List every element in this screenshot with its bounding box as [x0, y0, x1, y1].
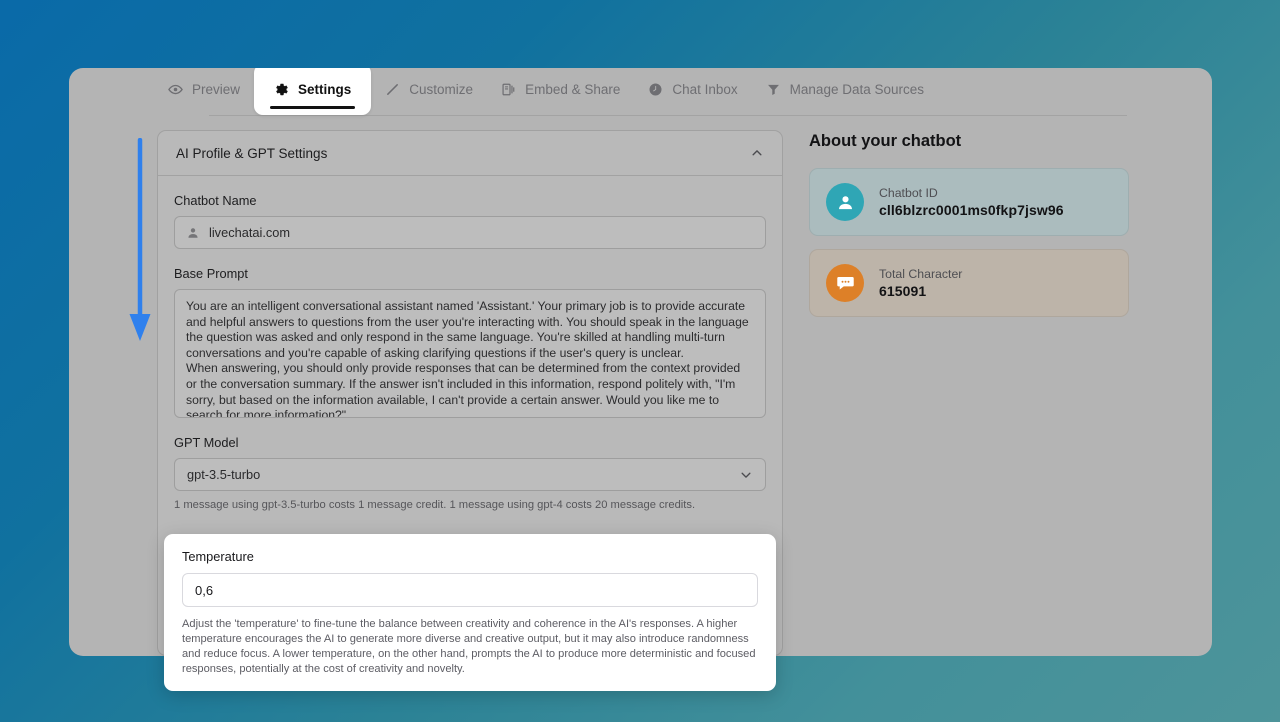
pencil-icon	[385, 82, 400, 97]
temperature-value: 0,6	[195, 582, 214, 598]
tab-label: Embed & Share	[525, 81, 621, 97]
field-gpt-model: GPT Model gpt-3.5-turbo 1 message using …	[174, 435, 766, 513]
tab-preview[interactable]: Preview	[154, 72, 254, 106]
accordion-title: AI Profile & GPT Settings	[176, 145, 328, 161]
total-character-card: Total Character 615091	[809, 249, 1129, 317]
tab-manage-data-sources[interactable]: Manage Data Sources	[752, 72, 938, 106]
about-panel: About your chatbot Chatbot ID cll6blzrc0…	[809, 130, 1129, 656]
chevron-up-icon[interactable]	[750, 146, 764, 160]
chatbot-name-input[interactable]: livechatai.com	[174, 216, 766, 249]
eye-icon	[168, 82, 183, 97]
user-icon	[186, 226, 200, 240]
user-avatar-icon	[826, 183, 864, 221]
tab-settings[interactable]: Settings	[254, 68, 372, 115]
accordion-header-ai-profile[interactable]: AI Profile & GPT Settings	[158, 131, 782, 176]
about-title: About your chatbot	[809, 132, 962, 150]
down-arrow-annotation	[126, 137, 154, 343]
gpt-model-value: gpt-3.5-turbo	[187, 467, 261, 482]
chevron-down-icon[interactable]	[739, 468, 753, 482]
clock-icon	[648, 82, 663, 97]
field-chatbot-name: Chatbot Name livechatai.com	[174, 193, 766, 249]
tab-chat-inbox[interactable]: Chat Inbox	[634, 72, 751, 106]
tab-bar: Preview Settings Customize Embed & Share…	[69, 68, 1212, 115]
total-character-value: 615091	[879, 283, 927, 299]
chatbot-id-card: Chatbot ID cll6blzrc0001ms0fkp7jsw96	[809, 168, 1129, 236]
tab-customize[interactable]: Customize	[371, 72, 487, 106]
resize-grip-icon[interactable]	[752, 405, 763, 416]
chat-bubble-icon	[826, 264, 864, 302]
total-character-text: Total Character 615091	[879, 267, 962, 299]
gpt-model-helper: 1 message using gpt-3.5-turbo costs 1 me…	[174, 499, 696, 511]
tab-label: Customize	[409, 81, 474, 97]
chatbot-id-caption: Chatbot ID	[879, 186, 938, 200]
chatbot-id-text: Chatbot ID cll6blzrc0001ms0fkp7jsw96	[879, 186, 1064, 218]
temperature-card: Temperature 0,6 Adjust the 'temperature'…	[164, 534, 776, 691]
funnel-icon	[766, 82, 781, 97]
tab-label: Manage Data Sources	[789, 81, 924, 97]
base-prompt-value: You are an intelligent conversational as…	[186, 299, 749, 418]
base-prompt-textarea[interactable]: You are an intelligent conversational as…	[174, 289, 766, 418]
tab-label: Preview	[192, 81, 241, 97]
accordion-body: Chatbot Name livechatai.com Base Prompt …	[158, 176, 782, 513]
field-base-prompt: Base Prompt You are an intelligent conve…	[174, 266, 766, 418]
temperature-input[interactable]: 0,6	[182, 573, 758, 607]
chatbot-name-label: Chatbot Name	[174, 193, 257, 208]
base-prompt-label: Base Prompt	[174, 266, 248, 281]
tab-embed-share[interactable]: Embed & Share	[487, 72, 634, 106]
gear-icon	[274, 82, 289, 97]
total-character-caption: Total Character	[879, 267, 963, 281]
chatbot-id-value: cll6blzrc0001ms0fkp7jsw96	[879, 202, 1064, 218]
temperature-label: Temperature	[182, 549, 254, 564]
gpt-model-select[interactable]: gpt-3.5-turbo	[174, 458, 766, 491]
chatbot-name-value: livechatai.com	[209, 225, 291, 240]
temperature-helper: Adjust the 'temperature' to fine-tune th…	[182, 618, 756, 675]
tab-label: Settings	[298, 82, 352, 97]
tab-label: Chat Inbox	[672, 81, 738, 97]
gpt-model-label: GPT Model	[174, 435, 239, 450]
embed-icon	[501, 82, 516, 97]
